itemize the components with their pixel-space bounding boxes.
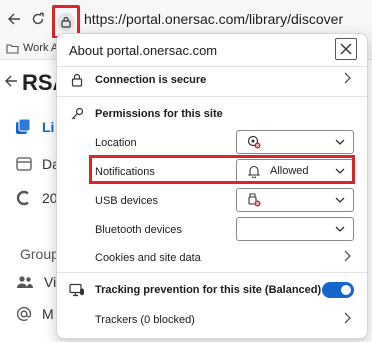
divider <box>57 96 367 97</box>
bluetooth-permission-select[interactable] <box>236 217 354 241</box>
nav-item-dashboard[interactable]: Da <box>16 156 60 172</box>
group-item[interactable]: Vi <box>16 274 56 290</box>
permissions-heading: Permissions for this site <box>95 108 223 120</box>
divider <box>57 66 367 67</box>
trackers-label: Trackers (0 blocked) <box>95 314 195 326</box>
people-icon <box>17 276 33 288</box>
chevron-down-icon <box>335 226 345 232</box>
chevron-down-icon <box>335 197 345 203</box>
usb-permission-select[interactable] <box>236 188 354 212</box>
back-arrow-page[interactable] <box>4 72 18 93</box>
connection-label: Connection is secure <box>95 74 207 86</box>
favorites-item-label: Work A <box>23 42 59 54</box>
favorites-item[interactable]: Work A <box>6 42 58 54</box>
chevron-right-icon <box>343 250 351 265</box>
lock-icon <box>61 16 71 28</box>
permission-label-bluetooth: Bluetooth devices <box>95 224 182 236</box>
usb-blocked-icon <box>248 193 261 207</box>
c-logo-icon <box>16 190 29 206</box>
nav-item-library[interactable]: Li <box>14 118 54 136</box>
url-field[interactable]: https://portal.onersac.com/library/disco… <box>84 11 343 27</box>
dashboard-icon <box>16 157 32 171</box>
refresh-icon <box>32 12 44 25</box>
tracking-prevention-icon <box>69 282 85 298</box>
nav-item-label: Li <box>42 119 55 135</box>
tracking-prevention-toggle[interactable] <box>322 282 354 298</box>
chevron-right-icon <box>343 312 351 327</box>
popup-title: About portal.onersac.com <box>69 43 218 58</box>
location-blocked-icon <box>247 135 261 149</box>
toggle-knob <box>341 285 351 295</box>
chevron-right-icon <box>343 72 351 87</box>
site-info-popup: About portal.onersac.com Connection is s… <box>56 33 368 339</box>
location-permission-select[interactable] <box>236 130 354 154</box>
permission-label-location: Location <box>95 137 137 149</box>
group-heading: Group <box>20 246 59 262</box>
library-icon <box>16 118 31 134</box>
back-arrow-icon <box>8 13 20 25</box>
refresh-button[interactable] <box>28 9 48 29</box>
lock-icon <box>69 72 85 88</box>
close-icon <box>340 43 352 55</box>
at-icon <box>16 306 32 321</box>
close-button[interactable] <box>335 38 357 60</box>
group-item[interactable]: M <box>16 306 54 322</box>
key-icon <box>69 106 85 122</box>
group-item-label: Vi <box>44 274 57 290</box>
tracking-prevention-label: Tracking prevention for this site (Balan… <box>95 284 322 296</box>
notifications-highlight-box <box>89 155 355 184</box>
divider <box>57 272 367 273</box>
nav-item-recent[interactable]: 20 <box>16 190 58 206</box>
page-back-icon <box>5 75 17 87</box>
back-button[interactable] <box>4 9 24 29</box>
cookies-label: Cookies and site data <box>95 252 201 264</box>
permission-label-usb: USB devices <box>95 195 158 207</box>
chevron-down-icon <box>335 139 345 145</box>
group-item-label: M <box>42 306 54 322</box>
folder-icon <box>6 43 19 54</box>
